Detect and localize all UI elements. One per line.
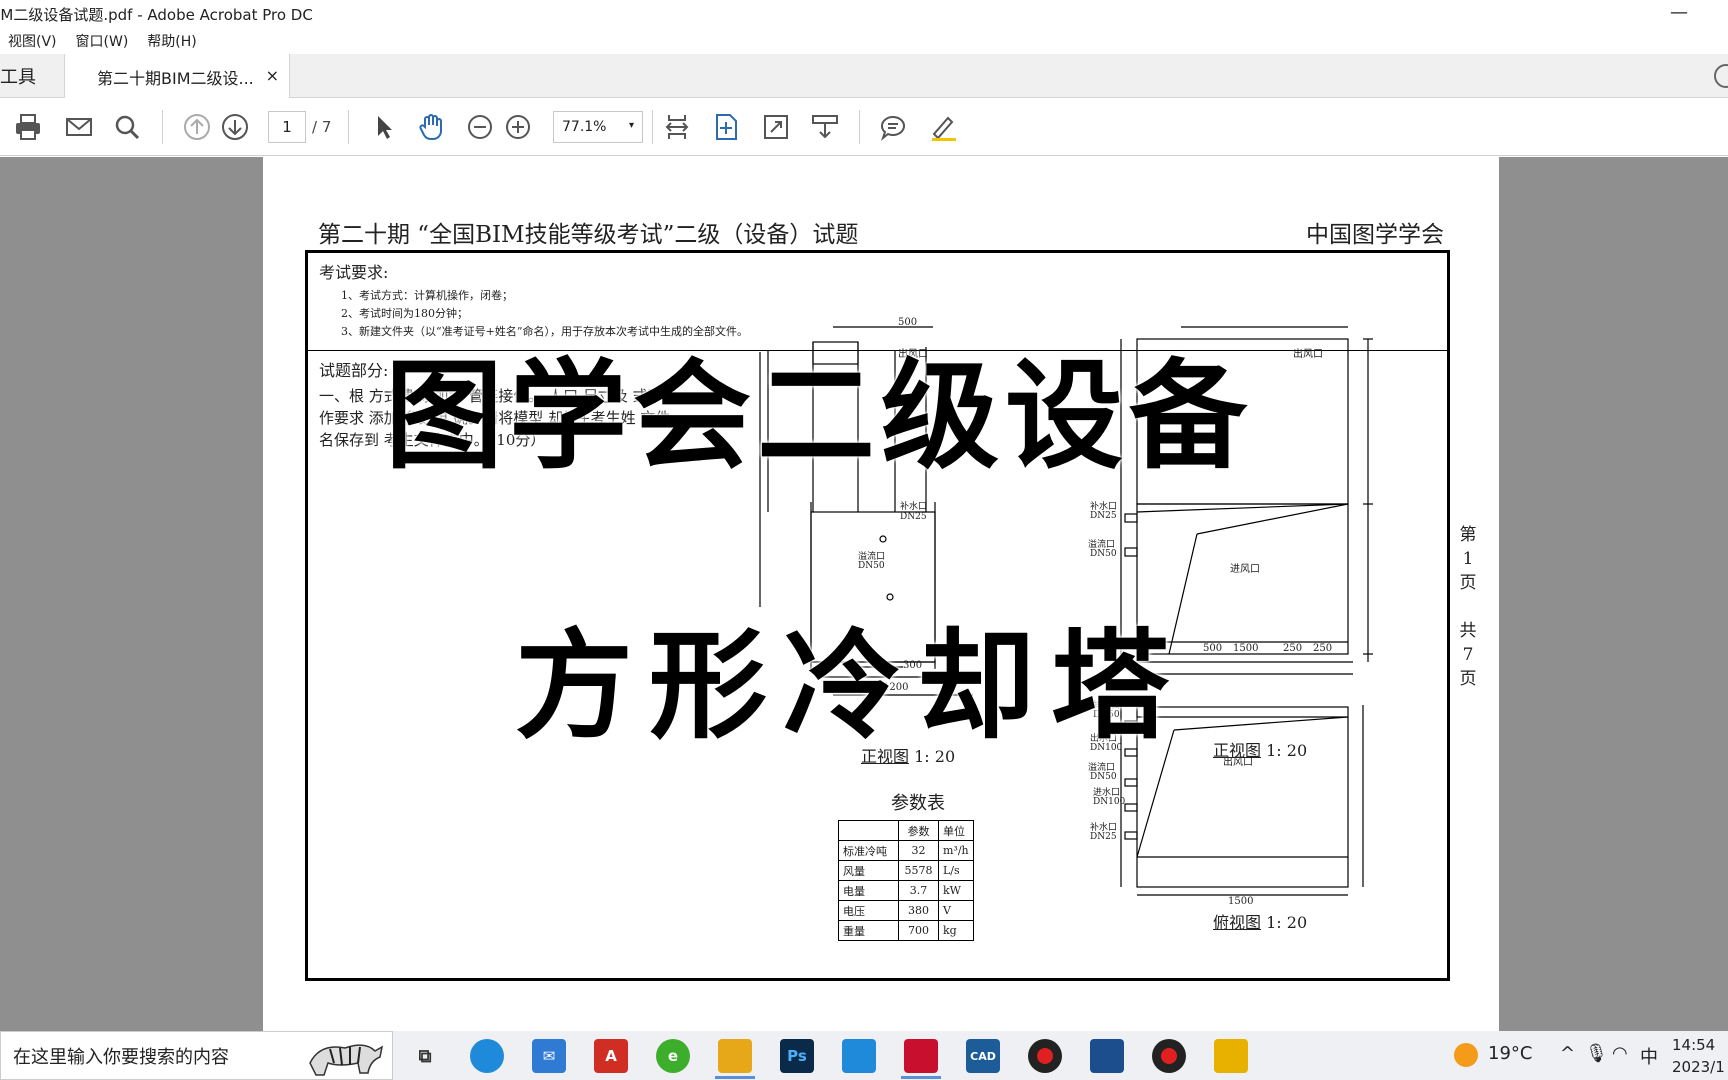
drawing-label: 进风口 [1230, 564, 1260, 575]
drawing-label: DN50 [1090, 549, 1117, 559]
separator [652, 110, 653, 144]
menu-view[interactable]: 视图(V) [8, 31, 57, 51]
input-method[interactable]: 中 [1640, 1043, 1658, 1069]
tab-document-label: 第二十期BIM二级设... [97, 68, 254, 88]
dim-label: 1500 [1228, 896, 1254, 907]
select-cursor-icon[interactable] [366, 110, 400, 144]
tab-tools[interactable]: 工具 [0, 54, 64, 98]
comment-icon[interactable] [876, 110, 910, 144]
autocad-icon[interactable]: A [594, 1039, 628, 1073]
highlight-pen-icon[interactable] [926, 110, 960, 144]
clock-date: 2023/1 [1672, 1058, 1725, 1076]
record-icon[interactable] [1152, 1039, 1186, 1073]
window-title: IM二级设备试题.pdf - Adobe Acrobat Pro DC [0, 5, 313, 24]
param-table-title: 参数表 [891, 793, 945, 814]
side-view-label: 正视图 1: 20 [1213, 741, 1308, 760]
zebra-icon [309, 1044, 384, 1076]
wifi-icon[interactable]: ◠ [1612, 1043, 1628, 1064]
temperature[interactable]: 19°C [1488, 1043, 1532, 1064]
microphone-icon[interactable]: 🎙 [1585, 1043, 1608, 1064]
print-icon[interactable] [11, 110, 45, 144]
separator [859, 110, 860, 144]
menu-help[interactable]: 帮助(H) [147, 31, 196, 51]
feishu-icon[interactable] [842, 1039, 876, 1073]
chevron-up-icon[interactable]: ^ [1560, 1043, 1575, 1064]
page-number-input[interactable]: 1 [268, 111, 306, 143]
clock[interactable]: 14:54 2023/1 [1672, 1034, 1725, 1078]
taskbar: 在这里输入你要搜索的内容 ⧉ ✉ A e Ps CAD 19°C ^ 🎙 ◠ 中… [0, 1031, 1728, 1080]
param-table: 参数 单位 标准冷吨 32 m³/h 风量 5578 L/s 电量 3.7 kW… [838, 820, 974, 941]
table-row: 重量 700 kg [838, 920, 974, 941]
chevron-down-icon: ▾ [628, 120, 634, 131]
dim-label: 500 [1203, 643, 1223, 654]
zoom-value: 77.1% [562, 119, 607, 135]
dim-label: 250 [1283, 643, 1303, 654]
search-icon[interactable] [110, 110, 144, 144]
menu-window[interactable]: 窗口(W) [76, 31, 129, 51]
table-row: 风量 5578 L/s [838, 860, 974, 881]
hand-tool-icon[interactable] [414, 110, 448, 144]
table-row: 标准冷吨 32 m³/h [838, 840, 974, 861]
separator [348, 110, 349, 144]
page-total: / 7 [312, 118, 332, 136]
table-row: 参数 单位 [838, 820, 974, 841]
table-row: 电量 3.7 kW [838, 880, 974, 901]
close-tab-icon[interactable]: × [266, 66, 279, 85]
drawing-label: DN25 [1090, 832, 1117, 842]
previous-page-icon[interactable] [180, 110, 214, 144]
drawing-label: DN25 [900, 512, 927, 522]
drawing-label: 补水口 [900, 502, 928, 512]
toolbar [0, 98, 1728, 156]
overlay-subtitle: 方形冷却塔 [515, 616, 1186, 755]
zoom-out-icon[interactable] [463, 110, 497, 144]
next-page-icon[interactable] [218, 110, 252, 144]
email-icon[interactable] [62, 110, 96, 144]
revit-icon[interactable] [1090, 1039, 1124, 1073]
zoom-select[interactable]: 77.1% ▾ [553, 111, 643, 143]
minimize-button[interactable]: — [1670, 2, 1688, 23]
record-icon[interactable] [1028, 1039, 1062, 1073]
app-icon[interactable] [1214, 1039, 1248, 1073]
drawing-label: DN25 [1090, 511, 1117, 521]
edge-icon[interactable] [470, 1039, 504, 1073]
menu-bar: 视图(V) 窗口(W) 帮助(H) [0, 28, 1728, 54]
drawing-label: 出风口 [1293, 349, 1323, 360]
file-explorer-icon[interactable] [718, 1039, 752, 1073]
cad-icon[interactable]: CAD [966, 1039, 1000, 1073]
acrobat-icon[interactable] [904, 1039, 938, 1073]
separator [162, 110, 163, 144]
task-view-icon[interactable]: ⧉ [408, 1039, 442, 1073]
title-bar: IM二级设备试题.pdf - Adobe Acrobat Pro DC — [0, 0, 1728, 28]
overlay-title: 图学会二级设备 [385, 346, 1254, 485]
tab-document[interactable]: 第二十期BIM二级设... × [64, 54, 290, 99]
full-screen-icon[interactable] [759, 110, 793, 144]
dim-label: 250 [1313, 643, 1333, 654]
active-indicator [715, 1076, 755, 1079]
browser-icon[interactable]: e [656, 1039, 690, 1073]
top-view-label: 俯视图 1: 20 [1213, 913, 1308, 932]
drawing-label: DN50 [858, 561, 885, 571]
dim-label: 1500 [1233, 643, 1259, 654]
scroll-mode-icon[interactable] [808, 110, 842, 144]
fit-width-icon[interactable] [660, 110, 694, 144]
photoshop-icon[interactable]: Ps [780, 1039, 814, 1073]
drawing-label: DN100 [1093, 797, 1126, 807]
clock-time: 14:54 [1672, 1036, 1716, 1054]
drawing-label: DN50 [1090, 772, 1117, 782]
active-indicator [901, 1076, 941, 1079]
mail-icon[interactable]: ✉ [532, 1039, 566, 1073]
fit-page-icon[interactable] [709, 110, 743, 144]
table-row: 电压 380 V [838, 900, 974, 921]
account-icon[interactable] [1714, 64, 1728, 88]
zoom-in-icon[interactable] [501, 110, 535, 144]
tab-bar: 工具 第二十期BIM二级设... × [0, 54, 1728, 99]
weather-icon[interactable] [1454, 1043, 1478, 1067]
